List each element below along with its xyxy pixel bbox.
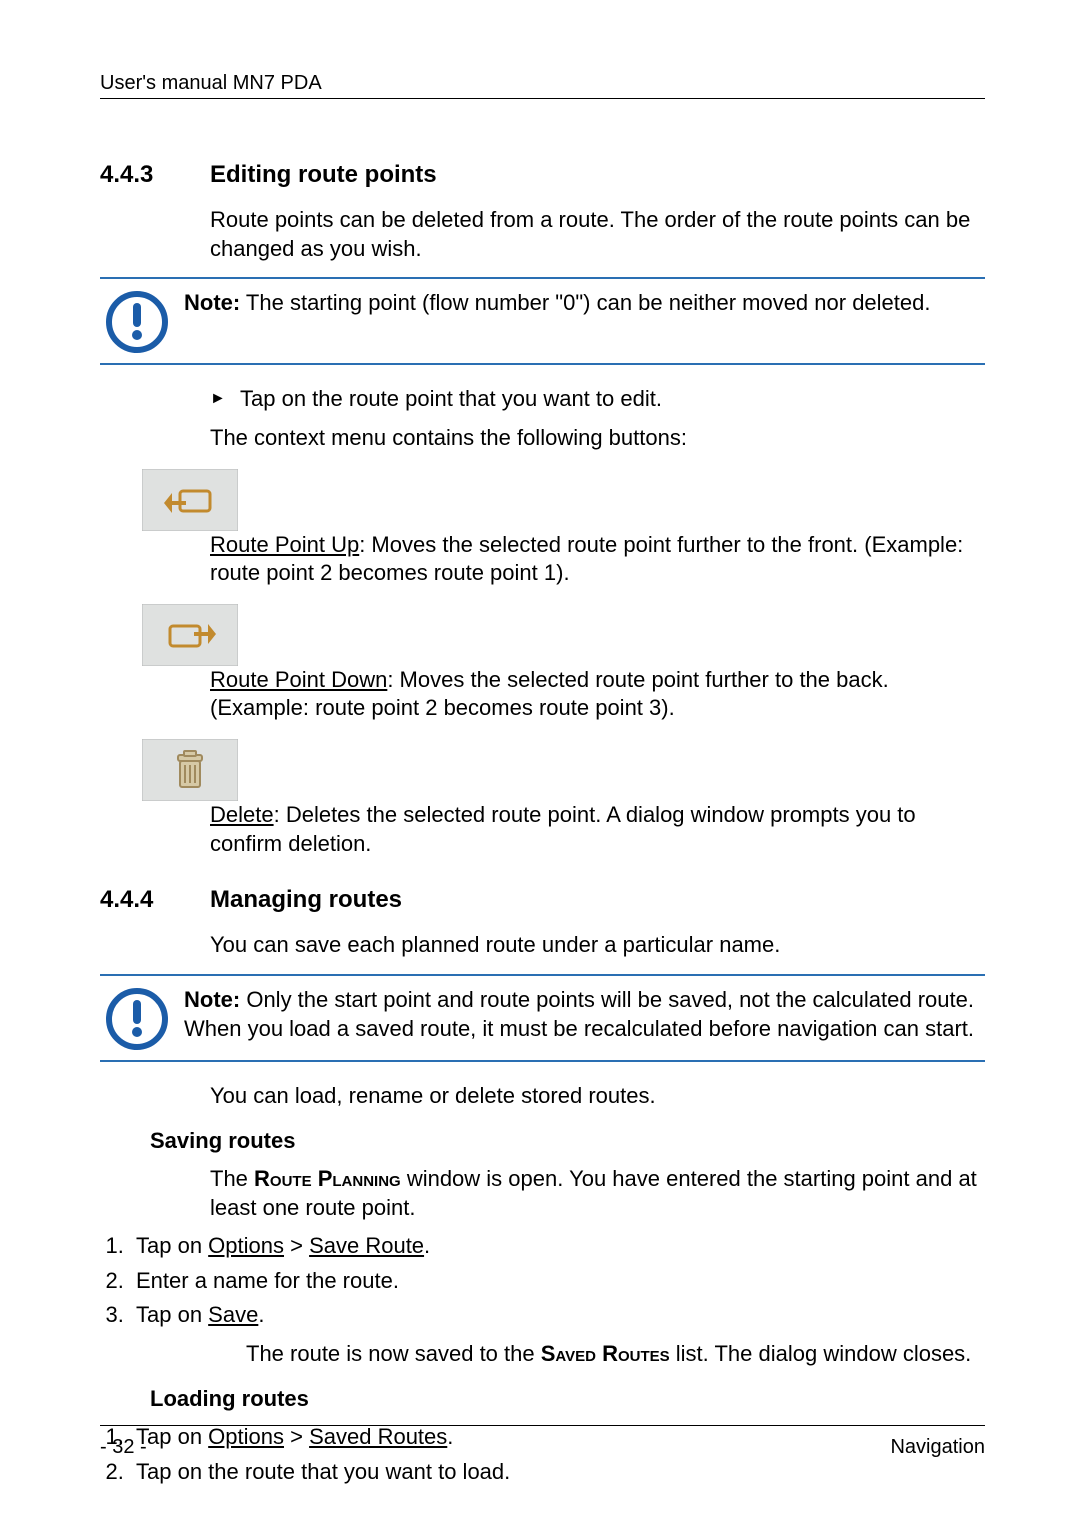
note-text-2: Note: Only the start point and route poi…: [184, 986, 985, 1043]
note-block-2: Note: Only the start point and route poi…: [100, 974, 985, 1062]
section-444-intro: You can save each planned route under a …: [210, 931, 985, 960]
note-label: Note:: [184, 987, 240, 1012]
saving-step-2: Enter a name for the route.: [130, 1267, 985, 1296]
section-title: Managing routes: [210, 884, 402, 915]
button-description-down: [100, 604, 985, 666]
save-link: Save: [208, 1302, 258, 1327]
button-description-delete: [100, 739, 985, 801]
loading-step-2: Tap on the route that you want to load.: [130, 1458, 985, 1487]
bullet-item: ► Tap on the route point that you want t…: [210, 385, 985, 414]
note-body: Only the start point and route points wi…: [184, 987, 974, 1041]
alert-icon: [106, 291, 168, 353]
button-description-up: [100, 469, 985, 531]
section-heading-444: 4.4.4 Managing routes: [100, 884, 985, 915]
footer-section-name: Navigation: [890, 1434, 985, 1460]
subheading-saving: Saving routes: [150, 1127, 985, 1156]
header-title: User's manual MN7 PDA: [100, 70, 322, 96]
note-block-1: Note: The starting point (flow number "0…: [100, 277, 985, 365]
section-443-intro: Route points can be deleted from a route…: [210, 206, 985, 263]
page-footer: - 32 - Navigation: [100, 1425, 985, 1460]
route-planning-caps: Route Planning: [254, 1166, 401, 1191]
section-heading-443: 4.4.3 Editing route points: [100, 159, 985, 190]
saving-result: The route is now saved to the Saved Rout…: [246, 1340, 985, 1369]
bullet-text: Tap on the route point that you want to …: [240, 385, 662, 414]
delete-text: Delete: Deletes the selected route point…: [210, 801, 985, 858]
section-number: 4.4.4: [100, 884, 210, 915]
section-444-after-note: You can load, rename or delete stored ro…: [210, 1082, 985, 1111]
page-header: User's manual MN7 PDA: [100, 70, 985, 99]
section-number: 4.4.3: [100, 159, 210, 190]
page: User's manual MN7 PDA 4.4.3 Editing rout…: [0, 0, 1080, 1520]
section-title: Editing route points: [210, 159, 437, 190]
note-label: Note:: [184, 290, 240, 315]
triangle-bullet-icon: ►: [210, 385, 240, 414]
route-point-down-icon: [142, 604, 238, 666]
route-up-label: Route Point Up: [210, 532, 359, 557]
saving-step-1: Tap on Options > Save Route.: [130, 1232, 985, 1261]
delete-desc: : Deletes the selected route point. A di…: [210, 802, 916, 856]
subheading-loading: Loading routes: [150, 1385, 985, 1414]
saving-step-3: Tap on Save.: [130, 1301, 985, 1330]
route-point-up-icon: [142, 469, 238, 531]
delete-icon: [142, 739, 238, 801]
context-menu-line: The context menu contains the following …: [210, 424, 985, 453]
saved-routes-caps: Saved Routes: [541, 1341, 670, 1366]
route-down-label: Route Point Down: [210, 667, 387, 692]
note-text-1: Note: The starting point (flow number "0…: [184, 289, 985, 318]
route-up-text: Route Point Up: Moves the selected route…: [210, 531, 985, 588]
delete-label: Delete: [210, 802, 274, 827]
bullet-group: ► Tap on the route point that you want t…: [210, 385, 985, 452]
note-body: The starting point (flow number "0") can…: [240, 290, 930, 315]
page-number: - 32 -: [100, 1434, 147, 1460]
alert-icon: [106, 988, 168, 1050]
saving-intro: The Route Planning window is open. You h…: [210, 1165, 985, 1222]
save-route-link: Save Route: [309, 1233, 424, 1258]
saving-steps: Tap on Options > Save Route. Enter a nam…: [100, 1232, 985, 1330]
options-link: Options: [208, 1233, 284, 1258]
route-down-text: Route Point Down: Moves the selected rou…: [210, 666, 985, 723]
